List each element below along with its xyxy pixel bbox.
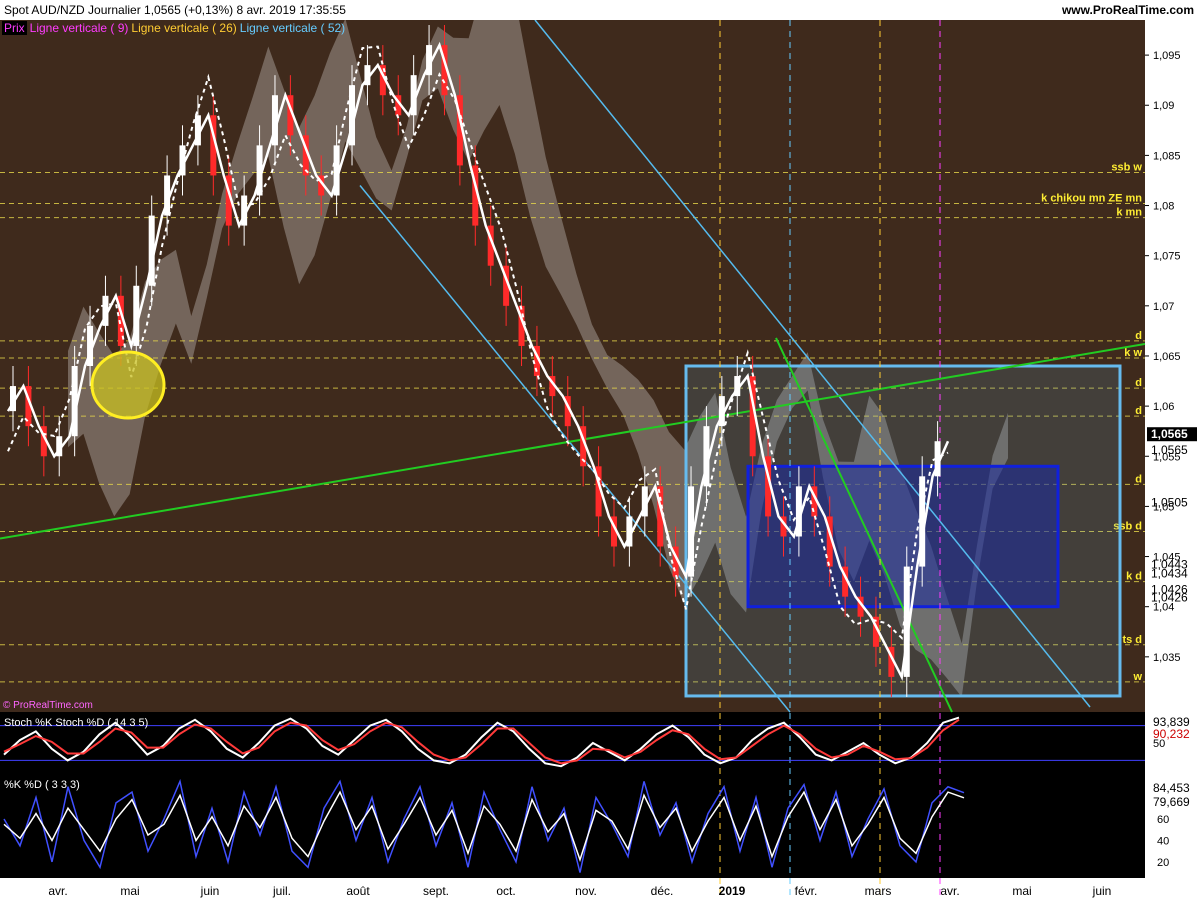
price-badge: 1,0505	[1151, 495, 1188, 509]
level-label: k d	[1126, 571, 1142, 583]
legend-vertical-9[interactable]: Ligne verticale ( 9)	[30, 21, 129, 35]
level-label: ssb w	[1111, 161, 1142, 173]
level-label: k chikou mn ZE mn	[1041, 193, 1142, 205]
x-month-label: 2019	[719, 884, 746, 898]
y-tick-label: 1,065	[1153, 351, 1181, 363]
price-badge: 1,0434	[1151, 567, 1188, 581]
kd-tick-label: 60	[1157, 814, 1169, 826]
y-tick-label: 1,06	[1153, 401, 1174, 413]
title-bar: Spot AUD/NZD Journalier 1,0565 (+0,13%) …	[0, 0, 1200, 20]
x-month-label: sept.	[423, 884, 449, 898]
price-legend: Prix Ligne verticale ( 9) Ligne verticale …	[2, 20, 348, 36]
price-badge: 1,0565	[1151, 443, 1188, 457]
kd-d-value: 79,669	[1153, 795, 1190, 809]
y-tick-label: 1,095	[1153, 50, 1181, 62]
level-label: d	[1135, 377, 1142, 389]
x-month-label: juin	[200, 884, 220, 898]
price-badge: 1,0565	[1151, 427, 1188, 441]
level-label: ts d	[1122, 634, 1142, 646]
chart-window: ssb wk chikou mn ZE mn k mn d k w d d d ssb dk …	[0, 0, 1200, 900]
y-tick-label: 1,035	[1153, 652, 1181, 664]
kd-title: %K %D ( 3 3 3)	[4, 779, 80, 791]
legend-vertical-52[interactable]: Ligne verticale ( 52)	[240, 21, 345, 35]
x-month-label: août	[346, 884, 370, 898]
x-month-label: juin	[1092, 884, 1112, 898]
y-tick-label: 1,075	[1153, 251, 1181, 263]
level-label: d	[1135, 473, 1142, 485]
y-tick-label: 1,08	[1153, 201, 1174, 213]
x-month-label: mai	[120, 884, 139, 898]
kd-panel-bg	[0, 776, 1145, 878]
level-label: d	[1135, 330, 1142, 342]
stoch-title: Stoch %K Stoch %D ( 14 3 5)	[4, 717, 148, 729]
site-link[interactable]: www.ProRealTime.com	[1062, 0, 1194, 20]
y-tick-label: 1,09	[1153, 100, 1174, 112]
kd-tick-label: 20	[1157, 857, 1169, 869]
level-label: w	[1132, 671, 1142, 683]
level-label: k w	[1124, 347, 1142, 359]
level-label: d	[1135, 405, 1142, 417]
chart-canvas[interactable]: ssb wk chikou mn ZE mnk mndk wdddssb dk …	[0, 0, 1200, 900]
copyright: © ProRealTime.com	[3, 700, 93, 711]
x-month-label: mars	[865, 884, 892, 898]
legend-prix[interactable]: Prix	[2, 21, 27, 35]
x-month-label: juil.	[272, 884, 291, 898]
x-month-label: déc.	[651, 884, 674, 898]
chart-title: Spot AUD/NZD Journalier 1,0565 (+0,13%) …	[4, 3, 346, 17]
kd-tick-label: 40	[1157, 835, 1169, 847]
x-month-label: oct.	[496, 884, 515, 898]
x-month-label: nov.	[575, 884, 597, 898]
kd-k-value: 84,453	[1153, 781, 1190, 795]
price-badge: 1,0426	[1151, 591, 1188, 605]
highlight-circle	[90, 350, 166, 420]
y-tick-label: 1,07	[1153, 301, 1174, 313]
x-month-label: mai	[1012, 884, 1031, 898]
stoch-panel-bg	[0, 714, 1145, 772]
stoch-d-value: 90,232	[1153, 727, 1190, 741]
x-month-label: avr.	[940, 884, 959, 898]
x-month-label: avr.	[48, 884, 67, 898]
level-label: k mn	[1116, 207, 1142, 219]
y-tick-label: 1,085	[1153, 150, 1181, 162]
x-month-label: févr.	[795, 884, 818, 898]
legend-vertical-26[interactable]: Ligne verticale ( 26)	[131, 21, 236, 35]
